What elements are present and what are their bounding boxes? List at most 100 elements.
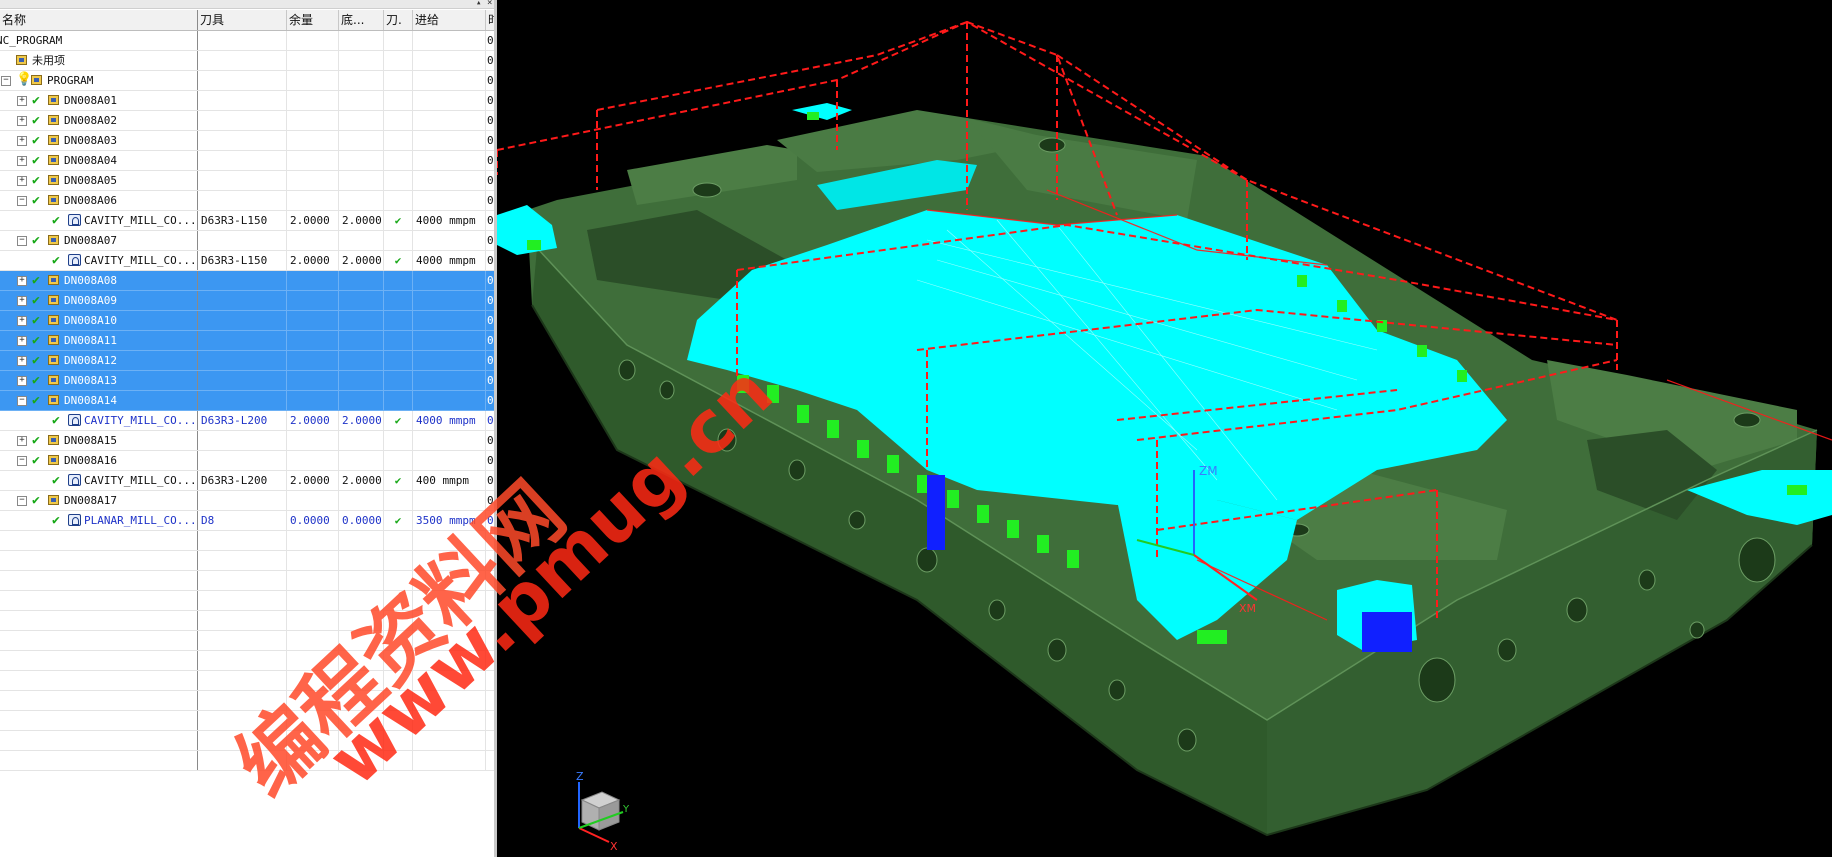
expand-toggle-icon[interactable]: + xyxy=(17,116,27,126)
cell-feed xyxy=(413,331,486,350)
cell-floor: 2.0000 xyxy=(339,471,384,490)
expand-toggle-icon[interactable]: − xyxy=(17,236,27,246)
cell-floor xyxy=(339,231,384,250)
operation-navigator: ▴ × 名称 刀具 余量 底... 刀. 进给 时 NC_PROGRAM 00 … xyxy=(0,0,497,857)
column-tool[interactable]: 刀具 xyxy=(198,10,287,30)
cell-tool xyxy=(198,311,287,330)
close-icon[interactable]: × xyxy=(487,0,492,8)
cell-tool: D63R3-L200 xyxy=(198,471,287,490)
expand-toggle-icon[interactable]: + xyxy=(17,176,27,186)
table-row[interactable]: ✔ CAVITY_MILL_CO... D63R3-L200 2.0000 2.0000… xyxy=(0,471,494,491)
graphics-viewport[interactable]: ZM XM Z X Y xyxy=(497,0,1832,857)
cell-stock: 2.0000 xyxy=(287,251,339,270)
table-row[interactable]: + ✔ DN008A05 00 xyxy=(0,171,494,191)
table-row[interactable]: + ✔ DN008A03 00 xyxy=(0,131,494,151)
tree-row-program[interactable]: − 💡 PROGRAM 00 xyxy=(0,71,494,91)
table-row[interactable]: + ✔ DN008A11 00 xyxy=(0,331,494,351)
cell-tool xyxy=(198,431,287,450)
tree-label: DN008A15 xyxy=(64,434,117,447)
cell-floor xyxy=(339,391,384,410)
table-row[interactable]: + ✔ DN008A08 00 xyxy=(0,271,494,291)
table-row[interactable]: + ✔ DN008A01 00 xyxy=(0,91,494,111)
tree-label: CAVITY_MILL_CO... xyxy=(84,474,197,487)
expand-toggle-icon[interactable]: + xyxy=(17,136,27,146)
expand-toggle-icon[interactable]: − xyxy=(17,456,27,466)
expand-toggle-icon[interactable]: + xyxy=(17,156,27,166)
empty-row xyxy=(0,751,494,771)
group-icon xyxy=(48,235,59,245)
table-row[interactable]: ✔ CAVITY_MILL_CO... D63R3-L200 2.0000 2.0000… xyxy=(0,411,494,431)
cell-time: 00 xyxy=(486,211,494,230)
operation-icon xyxy=(68,214,81,226)
tree-row-nc-program[interactable]: NC_PROGRAM 00 xyxy=(0,31,494,51)
expand-toggle-icon[interactable]: + xyxy=(17,436,27,446)
cell-floor xyxy=(339,291,384,310)
collapse-icon[interactable]: − xyxy=(1,76,11,86)
axis-label-zm: ZM xyxy=(1199,464,1218,478)
check-icon: ✔ xyxy=(32,333,40,348)
cell-feed: 3500 mmpm xyxy=(413,511,486,530)
table-row[interactable]: ✔ CAVITY_MILL_CO... D63R3-L150 2.0000 2.0000… xyxy=(0,251,494,271)
operation-icon xyxy=(68,254,81,266)
cell-stock xyxy=(287,331,339,350)
column-name[interactable]: 名称 xyxy=(0,10,198,30)
cell-stock xyxy=(287,491,339,510)
expand-toggle-icon[interactable]: + xyxy=(17,96,27,106)
triad-label-z: Z xyxy=(576,770,584,783)
cell-name: − ✔ DN008A16 xyxy=(0,451,198,470)
expand-toggle-icon[interactable]: + xyxy=(17,296,27,306)
check-icon: ✔ xyxy=(32,173,40,188)
expand-toggle-icon[interactable]: + xyxy=(17,316,27,326)
table-row[interactable]: + ✔ DN008A04 00 xyxy=(0,151,494,171)
column-floor-stock[interactable]: 底... xyxy=(339,10,384,30)
blue-wall-face xyxy=(927,475,945,550)
cell-floor xyxy=(339,331,384,350)
cell-time: 00 xyxy=(486,411,494,430)
table-row[interactable]: −✔ DN008A14 00 xyxy=(0,391,494,411)
table-row[interactable]: ✔ PLANAR_MILL_CO... D8 0.0000 0.0000 ✔ 3500 mm… xyxy=(0,511,494,531)
column-stock[interactable]: 余量 xyxy=(287,10,339,30)
table-row[interactable]: + ✔ DN008A12 00 xyxy=(0,351,494,371)
table-row[interactable]: + ✔ DN008A09 00 xyxy=(0,291,494,311)
expand-toggle-icon[interactable]: − xyxy=(17,496,27,506)
table-row[interactable]: + ✔ DN008A13 00 xyxy=(0,371,494,391)
cell-tool: D63R3-L150 xyxy=(198,211,287,230)
operation-tree: NC_PROGRAM 00 未用项 00 − 💡 PROGRAM 00 + ✔ DN… xyxy=(0,31,494,771)
cell-time: 00 xyxy=(486,271,494,290)
expand-toggle-icon[interactable]: + xyxy=(17,376,27,386)
cell-stock xyxy=(287,311,339,330)
table-row[interactable]: + ✔ DN008A15 00 xyxy=(0,431,494,451)
tree-row-unused[interactable]: 未用项 00 xyxy=(0,51,494,71)
cell-toolpath xyxy=(384,111,413,130)
cell-toolpath xyxy=(384,131,413,150)
table-row[interactable]: + ✔ DN008A10 00 xyxy=(0,311,494,331)
table-row[interactable]: −✔ DN008A17 00 xyxy=(0,491,494,511)
table-row[interactable]: −✔ DN008A07 00 xyxy=(0,231,494,251)
cell-time: 00 xyxy=(486,431,494,450)
tree-label: CAVITY_MILL_CO... xyxy=(84,414,197,427)
operation-icon xyxy=(68,514,81,526)
cell-time: 00 xyxy=(486,471,494,490)
expand-toggle-icon[interactable]: − xyxy=(17,396,27,406)
expand-toggle-icon[interactable]: − xyxy=(17,196,27,206)
table-row[interactable]: + ✔ DN008A02 00 xyxy=(0,111,494,131)
cell-toolpath: ✔ xyxy=(384,251,413,270)
cell-toolpath xyxy=(384,431,413,450)
table-row[interactable]: −✔ DN008A16 00 xyxy=(0,451,494,471)
bulb-icon: 💡 xyxy=(16,72,33,87)
expand-toggle-icon[interactable]: + xyxy=(17,336,27,346)
expand-toggle-icon[interactable]: + xyxy=(17,276,27,286)
column-time[interactable]: 时 xyxy=(486,10,494,30)
toolpath-ok-icon: ✔ xyxy=(394,514,402,527)
column-toolpath[interactable]: 刀. xyxy=(384,10,413,30)
cell-stock: 0.0000 xyxy=(287,511,339,530)
cell-time: 00 xyxy=(486,351,494,370)
cell-time: 00 xyxy=(486,451,494,470)
expand-toggle-icon[interactable]: + xyxy=(17,356,27,366)
table-row[interactable]: ✔ CAVITY_MILL_CO... D63R3-L150 2.0000 2.0000… xyxy=(0,211,494,231)
table-row[interactable]: −✔ DN008A06 00 xyxy=(0,191,494,211)
check-icon: ✔ xyxy=(32,453,40,468)
group-icon xyxy=(48,335,59,345)
pin-icon[interactable]: ▴ xyxy=(476,0,481,8)
column-feed[interactable]: 进给 xyxy=(413,10,486,30)
